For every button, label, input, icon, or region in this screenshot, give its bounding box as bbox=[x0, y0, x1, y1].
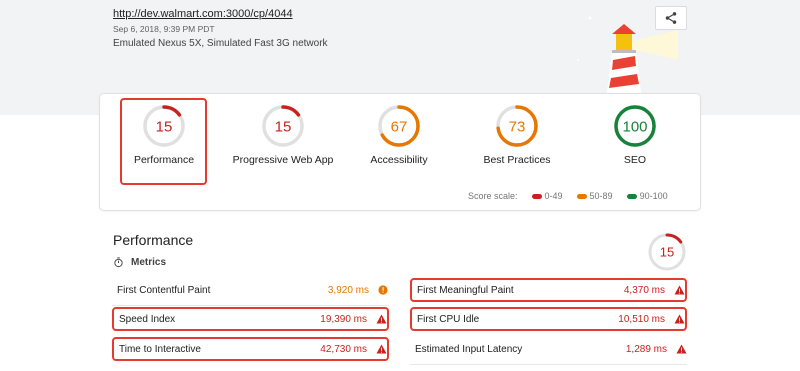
score-gauge-ring: 73 bbox=[496, 105, 538, 147]
score-scale-pass: 90-100 bbox=[626, 191, 668, 201]
stopwatch-icon bbox=[114, 257, 123, 268]
metric-row: First Contentful Paint 3,920 ms bbox=[112, 278, 389, 302]
metric-name: Time to Interactive bbox=[119, 343, 201, 355]
gauge-label: SEO bbox=[623, 154, 647, 166]
metric-value: 1,289 ms bbox=[625, 343, 667, 355]
score-scale-average: 50-89 bbox=[576, 191, 613, 201]
score-scale-label: Score scale: bbox=[468, 191, 518, 201]
gauge-label: Accessibility bbox=[370, 154, 428, 166]
average-circle-icon bbox=[378, 285, 388, 295]
performance-score-ring: 15 bbox=[648, 233, 686, 271]
svg-text:67: 67 bbox=[391, 118, 408, 135]
metric-name: First CPU Idle bbox=[417, 313, 480, 325]
score-scale-fail: 0-49 bbox=[531, 191, 563, 201]
report-url-link[interactable]: http://dev.walmart.com:3000/cp/4044 bbox=[113, 8, 293, 20]
warning-triangle-icon bbox=[676, 344, 686, 354]
gauge-label: Progressive Web App bbox=[232, 154, 334, 166]
gauge-seo[interactable]: 100 SEO bbox=[580, 104, 690, 166]
score-gauge-ring: 100 bbox=[614, 105, 656, 147]
svg-text:100: 100 bbox=[622, 118, 647, 135]
warning-triangle-icon bbox=[376, 344, 386, 354]
metric-row: First Meaningful Paint 4,370 ms bbox=[410, 278, 687, 302]
metric-row: Time to Interactive 42,730 ms bbox=[112, 337, 389, 361]
svg-text:15: 15 bbox=[275, 118, 292, 135]
metric-divider bbox=[410, 364, 687, 365]
metric-value: 4,370 ms bbox=[623, 284, 665, 296]
gauge-label: Best Practices bbox=[483, 154, 551, 166]
svg-text:15: 15 bbox=[660, 245, 674, 260]
report-environment: Emulated Nexus 5X, Simulated Fast 3G net… bbox=[113, 38, 328, 49]
warning-triangle-icon bbox=[674, 285, 684, 295]
gauge-accessibility[interactable]: 67 Accessibility bbox=[344, 104, 454, 166]
metric-row: Speed Index 19,390 ms bbox=[112, 307, 389, 331]
metric-value: 3,920 ms bbox=[327, 284, 369, 296]
score-scale: Score scale: 0-49 50-89 90-100 bbox=[468, 191, 668, 201]
metric-name: Speed Index bbox=[119, 313, 176, 325]
metric-divider bbox=[112, 305, 389, 306]
gauge-best-practices[interactable]: 73 Best Practices bbox=[462, 104, 572, 166]
metric-name: First Meaningful Paint bbox=[417, 284, 514, 296]
warning-triangle-icon bbox=[674, 314, 684, 324]
score-gauge-ring: 67 bbox=[378, 105, 420, 147]
metric-value: 42,730 ms bbox=[320, 343, 367, 355]
performance-highlight-box bbox=[120, 98, 207, 185]
lighthouse-logo bbox=[577, 16, 678, 100]
svg-text:73: 73 bbox=[509, 118, 526, 135]
metric-row: First CPU Idle 10,510 ms bbox=[410, 307, 687, 331]
metric-row: Estimated Input Latency 1,289 ms bbox=[410, 337, 687, 361]
performance-section-title: Performance bbox=[113, 232, 194, 248]
report-date: Sep 6, 2018, 9:39 PM PDT bbox=[113, 24, 215, 34]
warning-triangle-icon bbox=[376, 314, 386, 324]
score-gauge-ring: 15 bbox=[262, 105, 304, 147]
performance-section-gauge: 15 bbox=[647, 232, 687, 272]
metrics-header: Metrics bbox=[113, 257, 166, 268]
metric-value: 19,390 ms bbox=[320, 313, 367, 325]
metric-value: 10,510 ms bbox=[618, 313, 665, 325]
metrics-label: Metrics bbox=[131, 257, 167, 268]
metric-name: First Contentful Paint bbox=[117, 284, 211, 296]
gauge-pwa[interactable]: 15 Progressive Web App bbox=[228, 104, 338, 166]
metric-name: Estimated Input Latency bbox=[415, 343, 523, 355]
